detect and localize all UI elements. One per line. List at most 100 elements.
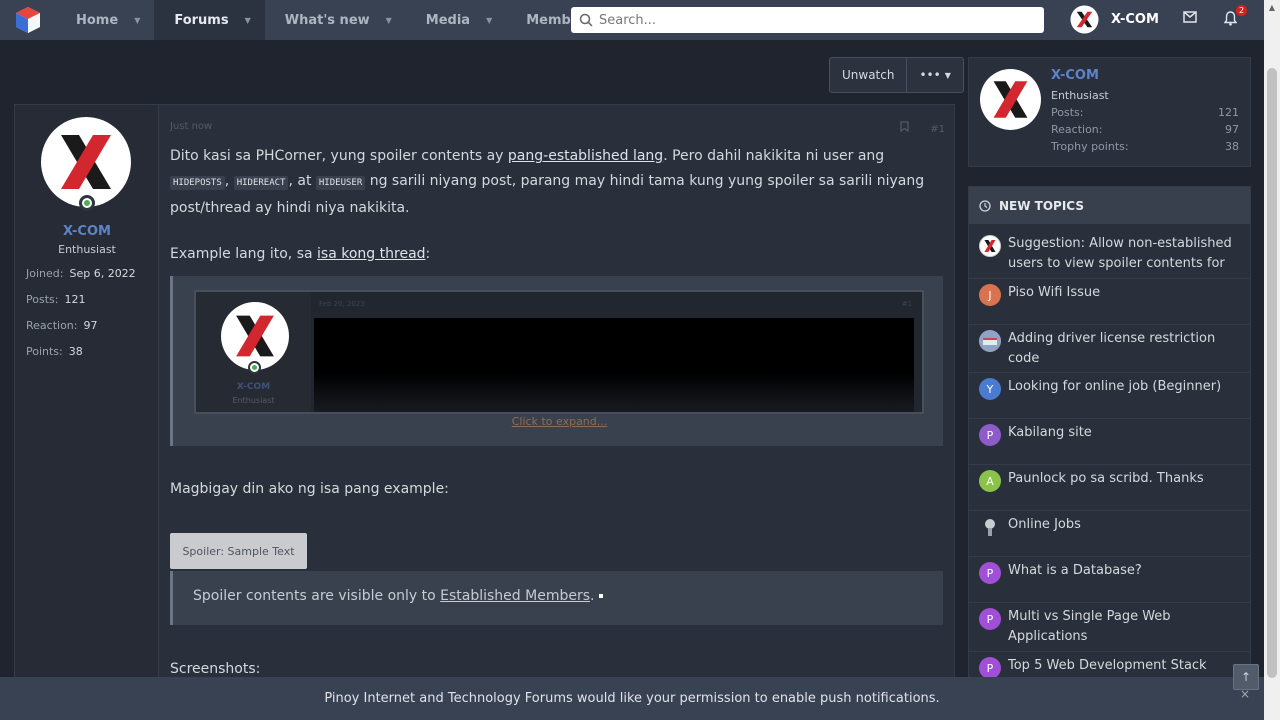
sidebar-stat-reaction: Reaction: 97 bbox=[1051, 123, 1239, 136]
cube-logo-icon bbox=[16, 7, 40, 33]
new-topic-item[interactable]: Suggestion: Allow non-established users … bbox=[979, 234, 1244, 274]
nav-whats-new[interactable]: What's new ▼ bbox=[265, 0, 406, 40]
text: . bbox=[590, 588, 595, 604]
post-user-title: Enthusiast bbox=[58, 243, 116, 256]
account-link[interactable]: X-COM bbox=[1070, 5, 1159, 34]
topic-author-avatar[interactable]: P bbox=[979, 608, 1001, 630]
embed-username: X-COM bbox=[236, 382, 271, 392]
alerts-badge: 2 bbox=[1236, 5, 1248, 16]
user-posts: Posts: 121 bbox=[26, 293, 85, 306]
user-reaction: Reaction: 97 bbox=[26, 319, 97, 332]
chevron-down-icon[interactable]: ▼ bbox=[386, 16, 392, 25]
dot-icon bbox=[598, 594, 603, 598]
stat-value: 97 bbox=[1225, 123, 1239, 136]
embed-user-panel: X-COM Enthusiast bbox=[196, 292, 311, 412]
embed-user-title: Enthusiast bbox=[232, 396, 275, 405]
pang-established-link[interactable]: pang-established lang bbox=[508, 148, 663, 164]
joined-label: Joined: bbox=[26, 267, 64, 280]
sidebar-avatar[interactable] bbox=[980, 69, 1041, 130]
topic-title[interactable]: Paunlock po sa scribd. Thanks bbox=[1008, 469, 1204, 492]
text: Example lang ito, sa bbox=[170, 246, 318, 262]
inline-code: HIDEPOSTS bbox=[170, 176, 225, 190]
spoiler-button[interactable]: Spoiler: Sample Text bbox=[170, 533, 307, 569]
arrow-up-icon: ↑ bbox=[1240, 670, 1252, 684]
more-options-button[interactable]: ••• ▼ bbox=[906, 58, 962, 92]
user-points: Points: 38 bbox=[26, 345, 83, 358]
inline-code: HIDEREACT bbox=[233, 176, 289, 190]
topic-title[interactable]: Adding driver license restriction code bbox=[1008, 329, 1244, 369]
nav-media[interactable]: Media ▼ bbox=[406, 0, 506, 40]
new-topic-item[interactable]: P Top 5 Web Development Stack bbox=[979, 656, 1244, 679]
topic-title[interactable]: Multi vs Single Page Web Applications bbox=[1008, 607, 1244, 647]
push-notification-text: Pinoy Internet and Technology Forums wou… bbox=[324, 691, 940, 706]
new-topic-item[interactable]: A Paunlock po sa scribd. Thanks bbox=[979, 469, 1244, 492]
post-time[interactable]: Just now bbox=[170, 121, 212, 132]
divider bbox=[969, 464, 1250, 465]
sidebar-username[interactable]: X-COM bbox=[1051, 68, 1099, 83]
points-label: Points: bbox=[26, 345, 63, 358]
scroll-up-arrow[interactable]: ▲ bbox=[1264, 0, 1280, 16]
topic-title[interactable]: Online Jobs bbox=[1008, 515, 1081, 538]
topic-title[interactable]: Suggestion: Allow non-established users … bbox=[1008, 234, 1244, 274]
new-topic-item[interactable]: Online Jobs bbox=[979, 515, 1244, 538]
unwatch-button[interactable]: Unwatch bbox=[830, 58, 906, 92]
topic-title[interactable]: Top 5 Web Development Stack bbox=[1008, 656, 1207, 679]
sidebar-user-title: Enthusiast bbox=[1051, 89, 1109, 102]
bookmark-icon[interactable] bbox=[900, 121, 912, 135]
page-scrollbar[interactable]: ▲ bbox=[1264, 0, 1280, 720]
topic-title[interactable]: Piso Wifi Issue bbox=[1008, 283, 1100, 306]
nav-forums[interactable]: Forums ▼ bbox=[154, 0, 265, 40]
new-topic-item[interactable]: P Multi vs Single Page Web Applications bbox=[979, 607, 1244, 647]
stat-label: Posts: bbox=[1051, 106, 1084, 119]
post-username[interactable]: X-COM bbox=[15, 224, 159, 239]
search-input[interactable]: Search... bbox=[571, 7, 1044, 33]
new-topics-header: NEW TOPICS bbox=[969, 187, 1250, 224]
site-logo[interactable] bbox=[0, 0, 56, 40]
topic-author-avatar[interactable]: A bbox=[979, 470, 1001, 492]
topic-author-avatar[interactable] bbox=[979, 330, 1001, 352]
post: X-COM Enthusiast Joined: Sep 6, 2022 Post… bbox=[14, 104, 955, 705]
x-logo-icon bbox=[61, 135, 111, 189]
scroll-to-top-button[interactable]: ↑ bbox=[1233, 664, 1259, 690]
topic-author-avatar[interactable] bbox=[979, 516, 1001, 538]
topic-title[interactable]: What is a Database? bbox=[1008, 561, 1142, 584]
post-user-avatar[interactable] bbox=[41, 117, 131, 207]
user-avatar bbox=[1070, 5, 1099, 34]
topic-author-avatar[interactable]: P bbox=[979, 424, 1001, 446]
embed-date: Feb 20, 2023 bbox=[319, 300, 365, 308]
new-topics-heading: NEW TOPICS bbox=[999, 198, 1084, 213]
text: post/thread ay hindi niya nakikita. bbox=[170, 200, 410, 216]
post-paragraph-1: Dito kasi sa PHCorner, yung spoiler cont… bbox=[170, 144, 945, 221]
topic-title[interactable]: Kabilang site bbox=[1008, 423, 1092, 446]
new-topic-item[interactable]: P Kabilang site bbox=[979, 423, 1244, 446]
embedded-quote: X-COM Enthusiast Feb 20, 2023 #1 Click t… bbox=[170, 276, 943, 446]
inbox-icon[interactable] bbox=[1183, 11, 1197, 23]
topic-author-avatar[interactable]: Y bbox=[979, 378, 1001, 400]
text: Dito kasi sa PHCorner, yung spoiler cont… bbox=[170, 148, 508, 164]
bell-icon[interactable] bbox=[1224, 11, 1237, 26]
topic-author-avatar[interactable]: J bbox=[979, 284, 1001, 306]
chevron-down-icon[interactable]: ▼ bbox=[134, 16, 140, 25]
topic-author-avatar[interactable] bbox=[979, 235, 1001, 257]
clock-icon bbox=[979, 199, 991, 212]
chevron-down-icon[interactable]: ▼ bbox=[486, 16, 492, 25]
topic-author-avatar[interactable]: P bbox=[979, 562, 1001, 584]
thread-link[interactable]: isa kong thread bbox=[317, 246, 426, 262]
divider bbox=[969, 510, 1250, 511]
inline-code: HIDEUSER bbox=[315, 176, 366, 190]
post-number[interactable]: #1 bbox=[930, 124, 945, 135]
scrollbar-thumb[interactable] bbox=[1267, 68, 1277, 678]
new-topic-item[interactable]: Y Looking for online job (Beginner) bbox=[979, 377, 1244, 400]
topic-title[interactable]: Looking for online job (Beginner) bbox=[1008, 377, 1221, 400]
embed-avatar bbox=[221, 302, 289, 370]
established-members-link[interactable]: Established Members bbox=[440, 588, 590, 604]
chevron-down-icon[interactable]: ▼ bbox=[245, 16, 251, 25]
divider bbox=[969, 372, 1250, 373]
click-to-expand-link[interactable]: Click to expand... bbox=[173, 415, 946, 428]
sidebar-stat-posts: Posts: 121 bbox=[1051, 106, 1239, 119]
new-topic-item[interactable]: P What is a Database? bbox=[979, 561, 1244, 584]
new-topic-item[interactable]: J Piso Wifi Issue bbox=[979, 283, 1244, 306]
topic-author-avatar[interactable]: P bbox=[979, 657, 1001, 679]
new-topic-item[interactable]: Adding driver license restriction code bbox=[979, 329, 1244, 369]
nav-home[interactable]: Home ▼ bbox=[56, 0, 154, 40]
